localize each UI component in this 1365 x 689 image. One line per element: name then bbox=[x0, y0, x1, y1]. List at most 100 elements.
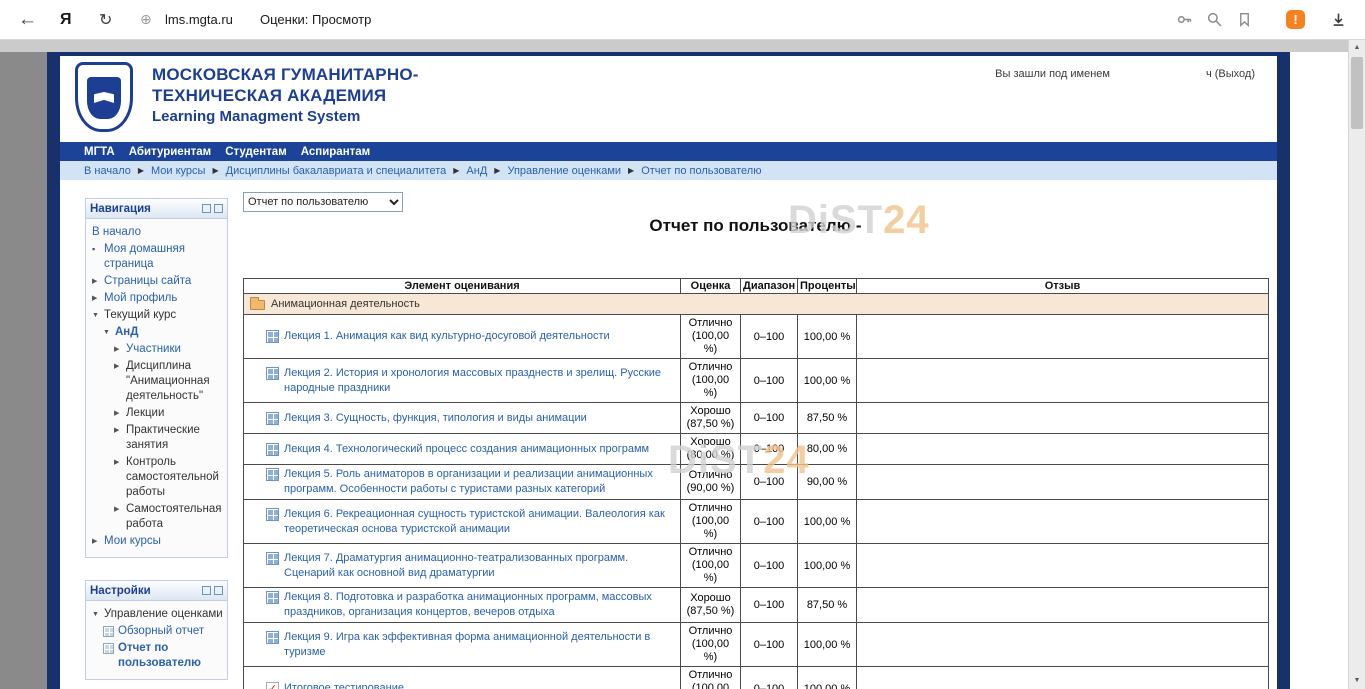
sidebar-item[interactable]: ▶Мой профиль bbox=[92, 290, 224, 307]
address-bar-page-title[interactable]: Оценки: Просмотр bbox=[260, 0, 371, 39]
sidebar-item[interactable]: ▶Практические занятия bbox=[114, 422, 224, 454]
grade-cell: Отлично(100,00 %) bbox=[681, 359, 741, 403]
grade-cell: Отлично(100,00 %) bbox=[681, 315, 741, 359]
address-bar-url[interactable]: lms.mgta.ru bbox=[165, 0, 233, 39]
grade-item-link[interactable]: Лекция 3. Сущность, функция, типология и… bbox=[284, 411, 587, 426]
range-cell: 0–100 bbox=[741, 588, 798, 623]
page-top-margin bbox=[0, 40, 1348, 52]
sidebar-item[interactable]: ▶Мои курсы bbox=[92, 533, 224, 550]
scrollbar-up-icon[interactable]: ▲ bbox=[1349, 40, 1365, 56]
password-key-icon[interactable] bbox=[1176, 0, 1193, 39]
percent-cell: 100,00 % bbox=[798, 500, 857, 544]
zoom-search-icon[interactable] bbox=[1206, 0, 1223, 39]
sidebar-item[interactable]: ▼Управление оценками bbox=[92, 606, 224, 623]
expanded-marker-icon: ▼ bbox=[92, 607, 104, 622]
grade-item-link[interactable]: Лекция 9. Игра как эффективная форма ани… bbox=[284, 630, 676, 660]
sidebar-item[interactable]: Отчет по пользователю bbox=[103, 640, 224, 672]
sidebar-item[interactable]: ▪Моя домашняя страница bbox=[92, 241, 224, 273]
breadcrumb-link[interactable]: В начало bbox=[84, 165, 131, 177]
breadcrumb-link[interactable]: Отчет по пользователю bbox=[641, 165, 761, 177]
bookmark-flag-icon[interactable] bbox=[1236, 0, 1253, 39]
report-main: Отчет по пользователю Отчет по пользоват… bbox=[243, 192, 1268, 689]
sidebar-item[interactable]: В начало bbox=[92, 224, 224, 241]
grade-item-link[interactable]: Лекция 5. Роль аниматоров в организации … bbox=[284, 467, 676, 497]
lesson-icon bbox=[266, 468, 279, 481]
breadcrumb-link[interactable]: Мои курсы bbox=[151, 165, 205, 177]
grade-item-row: Лекция 8. Подготовка и разработка анимац… bbox=[244, 588, 1269, 623]
sidebar-item[interactable]: ▼АнД bbox=[103, 324, 224, 341]
feedback-cell bbox=[857, 588, 1269, 623]
grade-item-link[interactable]: Лекция 6. Рекреационная сущность туристс… bbox=[284, 507, 676, 537]
vertical-scrollbar[interactable]: ▲ ▼ bbox=[1348, 40, 1365, 689]
dock-block-icon[interactable] bbox=[214, 204, 223, 213]
logout-link[interactable]: ч (Выход) bbox=[1206, 68, 1255, 80]
settings-list: ▼Управление оценкамиОбзорный отчетОтчет … bbox=[86, 601, 227, 679]
report-type-select[interactable]: Отчет по пользователю bbox=[243, 192, 403, 212]
scrollbar-down-icon[interactable]: ▼ bbox=[1349, 673, 1365, 689]
refresh-icon[interactable]: ↻ bbox=[99, 0, 112, 39]
notifications-icon[interactable]: ! bbox=[1286, 0, 1305, 39]
item-wrap: Лекция 8. Подготовка и разработка анимац… bbox=[248, 590, 676, 620]
grade-item-link[interactable]: Лекция 7. Драматургия анимационно-театра… bbox=[284, 551, 676, 581]
breadcrumb-link[interactable]: Управление оценками bbox=[507, 165, 621, 177]
grade-item-link[interactable]: Лекция 4. Технологический процесс создан… bbox=[284, 442, 649, 457]
sidebar-item[interactable]: ▶Лекции bbox=[114, 405, 224, 422]
topnav-item[interactable]: МГТА bbox=[84, 146, 115, 158]
grade-value: Отлично bbox=[685, 361, 736, 374]
percent-cell: 87,50 % bbox=[798, 403, 857, 434]
range-cell: 0–100 bbox=[741, 465, 798, 500]
grade-item-link[interactable]: Лекция 8. Подготовка и разработка анимац… bbox=[284, 590, 676, 620]
feedback-cell bbox=[857, 315, 1269, 359]
sidebar-item-label: Дисциплина "Анимационная деятельность" bbox=[126, 359, 224, 404]
back-icon[interactable]: ← bbox=[18, 0, 37, 39]
breadcrumb-link[interactable]: АнД bbox=[466, 165, 487, 177]
topnav-item[interactable]: Студентам bbox=[225, 146, 287, 158]
browser-side-panel-strip bbox=[0, 52, 47, 689]
breadcrumb-link[interactable]: Дисциплины бакалавриата и специалитета bbox=[226, 165, 447, 177]
collapsed-marker-icon: ▶ bbox=[92, 274, 104, 289]
range-cell: 0–100 bbox=[741, 544, 798, 588]
percent-cell: 100,00 % bbox=[798, 315, 857, 359]
login-info: Вы зашли под именемч (Выход) bbox=[995, 68, 1255, 80]
sidebar-item[interactable]: ▶Самостоятельная работа bbox=[114, 501, 224, 533]
mgta-logo bbox=[75, 62, 133, 132]
collapsed-marker-icon: ▶ bbox=[92, 291, 104, 306]
sidebar-item[interactable]: Обзорный отчет bbox=[103, 623, 224, 640]
grade-item-link[interactable]: Лекция 1. Анимация как вид культурно-дос… bbox=[284, 329, 610, 344]
download-icon[interactable] bbox=[1330, 0, 1347, 39]
site-frame: МОСКОВСКАЯ ГУМАНИТАРНО- ТЕХНИЧЕСКАЯ АКАД… bbox=[47, 52, 1290, 689]
sidebar-item[interactable]: ▶Дисциплина "Анимационная деятельность" bbox=[114, 358, 224, 405]
sidebar-item[interactable]: ▶Страницы сайта bbox=[92, 273, 224, 290]
folder-icon bbox=[250, 300, 265, 310]
settings-block: Настройки ▼Управление оценкамиОбзорный о… bbox=[85, 580, 228, 680]
range-cell: 0–100 bbox=[741, 403, 798, 434]
topnav-item[interactable]: Аспирантам bbox=[301, 146, 370, 158]
range-cell: 0–100 bbox=[741, 500, 798, 544]
category-title: Анимационная деятельность bbox=[271, 298, 420, 310]
dock-block-icon[interactable] bbox=[214, 586, 223, 595]
yandex-browser-icon[interactable]: Я bbox=[60, 0, 72, 39]
grade-item-row: Лекция 5. Роль аниматоров в организации … bbox=[244, 465, 1269, 500]
item-name-cell: Лекция 6. Рекреационная сущность туристс… bbox=[244, 500, 681, 544]
settings-block-title: Настройки bbox=[90, 585, 199, 597]
grade-item-row: Лекция 4. Технологический процесс создан… bbox=[244, 434, 1269, 465]
item-wrap: Лекция 2. История и хронология массовых … bbox=[248, 366, 676, 396]
scrollbar-thumb[interactable] bbox=[1351, 57, 1363, 129]
lesson-icon bbox=[266, 631, 279, 644]
sidebar-item[interactable]: ▶Участники bbox=[114, 341, 224, 358]
sidebar-item[interactable]: ▶Контроль самостоятельной работы bbox=[114, 454, 224, 501]
open-book-icon bbox=[94, 92, 114, 103]
grade-value: Хорошо bbox=[685, 436, 736, 449]
item-wrap: Лекция 5. Роль аниматоров в организации … bbox=[248, 467, 676, 497]
collapsed-marker-icon: ▶ bbox=[114, 359, 126, 374]
sidebar-item[interactable]: ▼Текущий курс bbox=[92, 307, 224, 324]
sidebar-item-label: АнД bbox=[115, 325, 138, 340]
move-block-icon[interactable] bbox=[202, 204, 211, 213]
topnav-item[interactable]: Абитуриентам bbox=[129, 146, 211, 158]
grade-item-link[interactable]: Лекция 2. История и хронология массовых … bbox=[284, 366, 676, 396]
feedback-cell bbox=[857, 623, 1269, 667]
move-block-icon[interactable] bbox=[202, 586, 211, 595]
notification-badge: ! bbox=[1286, 10, 1305, 29]
grade-cell: Хорошо(80,00 %) bbox=[681, 434, 741, 465]
grade-item-link[interactable]: Итоговое тестирование bbox=[284, 681, 404, 689]
